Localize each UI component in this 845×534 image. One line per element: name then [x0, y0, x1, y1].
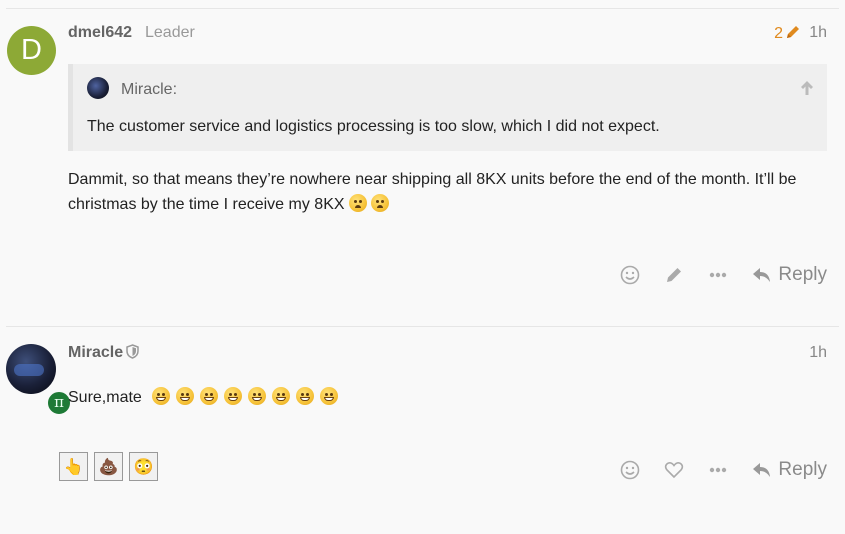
grinning-face-emoji — [248, 387, 267, 405]
post-body-text: christmas by the time I receive my 8KX — [68, 196, 345, 213]
post-body-line: Dammit, so that means they’re nowhere ne… — [68, 171, 797, 188]
username[interactable]: dmel642 — [68, 24, 132, 42]
post-actions: Reply — [596, 262, 827, 288]
quote-block: Miracle: The customer service and logist… — [68, 64, 827, 151]
heart-icon[interactable] — [664, 460, 684, 480]
avatar[interactable]: π — [6, 344, 72, 416]
grinning-face-emoji — [224, 387, 243, 405]
pencil-icon[interactable] — [664, 265, 684, 285]
post-dmel642: D dmel642 Leader 2 1h Miracle: The custo… — [0, 0, 845, 326]
reaction-pointing-up[interactable]: 👆 — [59, 452, 88, 481]
grinning-face-emoji — [320, 387, 339, 405]
frowning-face-emoji — [370, 194, 389, 212]
edit-history-button[interactable]: 2 — [774, 24, 801, 43]
reply-button[interactable]: Reply — [752, 459, 827, 481]
user-title: Leader — [145, 24, 195, 41]
quote-text: The customer service and logistics proce… — [87, 118, 660, 135]
edit-count: 2 — [774, 25, 783, 42]
divider — [6, 8, 839, 9]
post-date[interactable]: 1h — [809, 24, 827, 42]
reaction-flushed[interactable]: 😳 — [129, 452, 158, 481]
reply-icon — [753, 268, 771, 282]
grinning-face-emoji — [176, 387, 195, 405]
reaction-poop[interactable]: 💩 — [94, 452, 123, 481]
emoji-row — [146, 387, 339, 406]
smiley-icon[interactable] — [620, 265, 640, 285]
avatar-image — [14, 364, 44, 376]
post-body-line-2: christmas by the time I receive my 8KX — [68, 192, 828, 217]
ellipsis-icon[interactable] — [708, 460, 728, 480]
ellipsis-icon[interactable] — [708, 265, 728, 285]
shield-icon — [126, 344, 139, 359]
username[interactable]: Miracle — [68, 344, 139, 362]
smiley-icon[interactable] — [620, 460, 640, 480]
quote-username: Miracle: — [121, 81, 178, 98]
grinning-face-emoji — [272, 387, 291, 405]
post-body: Sure,mate — [68, 385, 828, 410]
frowning-face-emoji — [348, 194, 367, 212]
reply-icon — [753, 463, 771, 477]
divider — [6, 326, 839, 327]
reactions: 👆 💩 😳 — [59, 452, 164, 481]
post-body: Dammit, so that means they’re nowhere ne… — [68, 167, 828, 217]
post-actions: Reply — [596, 457, 827, 483]
grinning-face-emoji — [152, 387, 171, 405]
username-label: Miracle — [68, 344, 124, 361]
quote-avatar — [87, 77, 109, 99]
arrow-up-icon[interactable] — [799, 79, 815, 102]
grinning-face-emoji — [200, 387, 219, 405]
reply-label: Reply — [778, 459, 827, 480]
post-body-text: Sure,mate — [68, 389, 142, 406]
avatar[interactable]: D — [7, 26, 56, 75]
post-miracle: π Miracle 1h Sure,mate 👆 💩 😳 Reply — [0, 326, 845, 534]
reply-label: Reply — [778, 264, 827, 285]
reply-button[interactable]: Reply — [752, 264, 827, 286]
grinning-face-emoji — [296, 387, 315, 405]
post-date[interactable]: 1h — [809, 344, 827, 362]
pencil-icon — [787, 26, 799, 38]
